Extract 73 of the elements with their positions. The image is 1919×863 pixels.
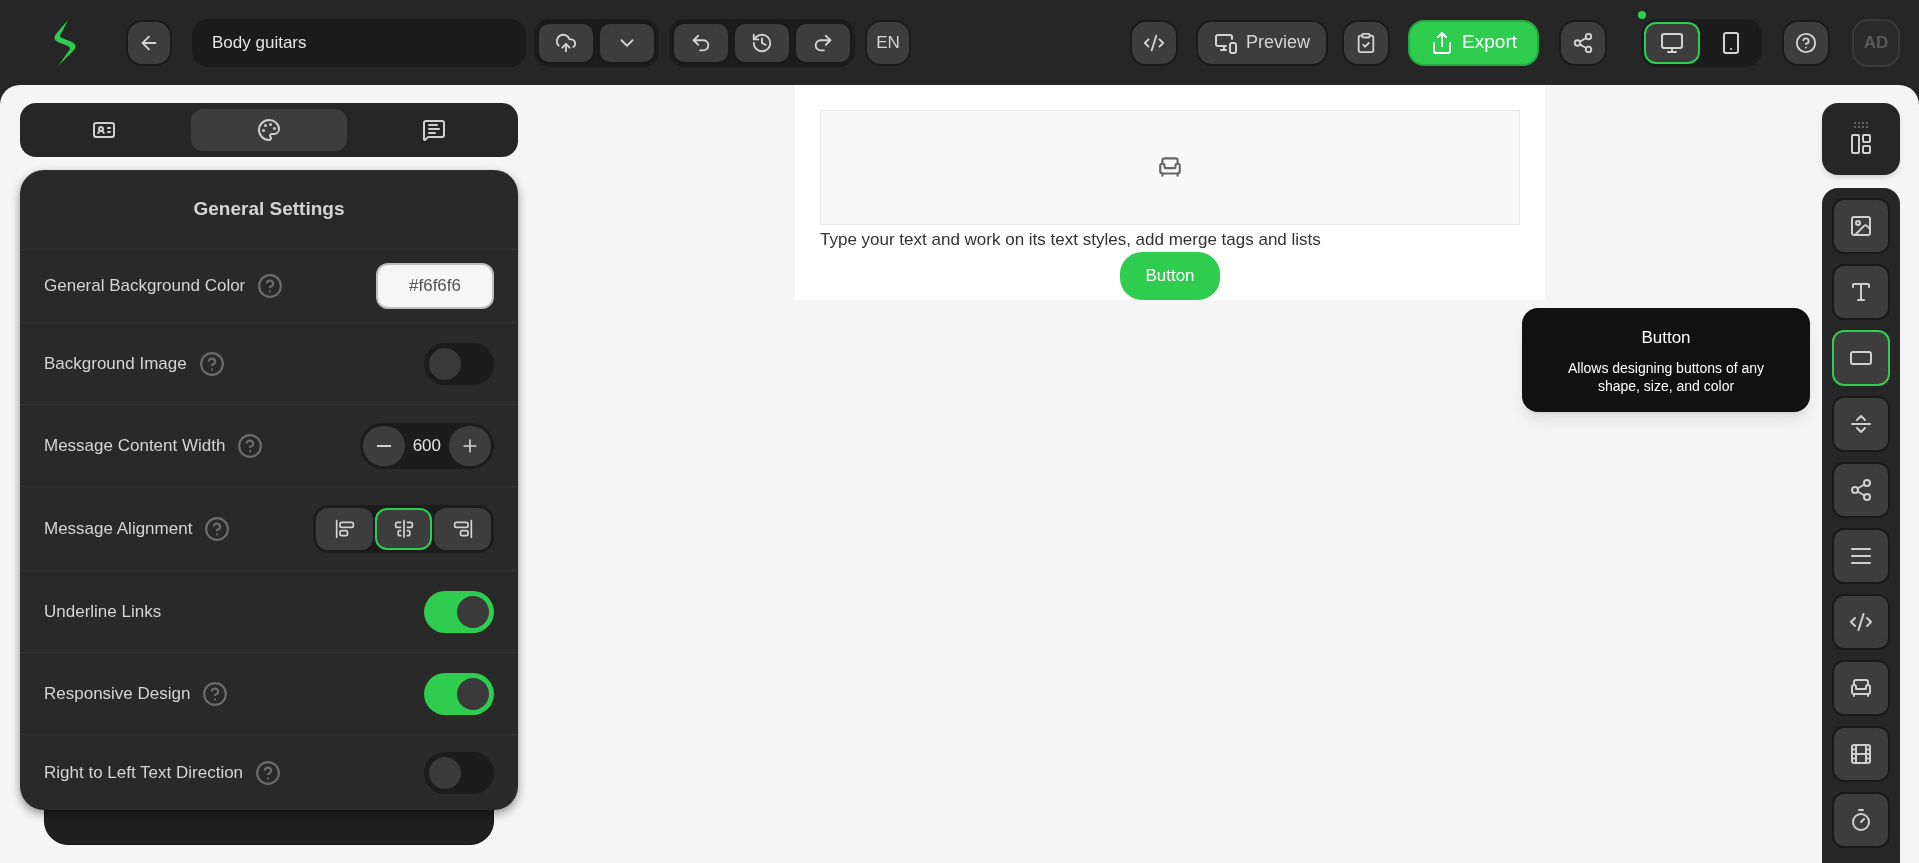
image-tool-button[interactable]	[1832, 198, 1890, 254]
palette-icon	[257, 118, 281, 142]
setting-label: Right to Left Text Direction	[44, 761, 244, 784]
history-icon	[751, 31, 773, 54]
alignment-option[interactable]	[375, 507, 432, 550]
help-icon[interactable]	[204, 515, 231, 542]
panel-tab[interactable]	[190, 109, 348, 151]
align-right-icon	[452, 518, 473, 539]
button-tool-button[interactable]	[1832, 330, 1890, 386]
share-icon	[1849, 478, 1873, 502]
increase-button[interactable]	[449, 425, 491, 466]
spacer-icon	[1849, 412, 1873, 436]
setting-label: Message Content Width	[44, 434, 226, 457]
video-tool-button[interactable]	[1832, 726, 1890, 782]
timer-icon	[1849, 808, 1873, 832]
social-tool-button[interactable]	[1832, 462, 1890, 518]
redo-button[interactable]	[794, 21, 852, 64]
setting-label: Background Image	[44, 352, 187, 375]
minus-icon	[376, 444, 391, 447]
setting-label: Responsive Design	[44, 682, 191, 705]
layout-icon	[1849, 132, 1873, 156]
width-value: 600	[412, 434, 441, 457]
help-icon[interactable]	[198, 350, 225, 377]
document-title-field[interactable]: Body guitars	[192, 18, 526, 67]
language-button[interactable]: EN	[865, 19, 911, 66]
toggle-switch[interactable]	[424, 342, 494, 385]
divider-tool-button[interactable]	[1832, 528, 1890, 584]
tooltip-description: Allows designing buttons of any shape, size, and color	[1566, 358, 1766, 395]
color-field[interactable]: #f6f6f6	[376, 263, 494, 309]
toggle-switch[interactable]	[424, 590, 494, 633]
code-button[interactable]	[1130, 19, 1179, 66]
text-icon	[1849, 280, 1873, 304]
film-icon	[1849, 742, 1873, 766]
email-text: Type your text and work on its text styles, add merge tags and lists	[820, 228, 1322, 251]
help-icon[interactable]	[257, 273, 284, 299]
help-icon[interactable]	[237, 432, 264, 459]
timer-tool-button[interactable]	[1832, 792, 1890, 848]
setting-label: Underline Links	[44, 600, 162, 623]
help-icon[interactable]	[255, 759, 282, 786]
alignment-option[interactable]	[316, 507, 373, 550]
settings-title: General Settings	[193, 197, 345, 222]
image-icon	[1849, 214, 1873, 238]
share-icon	[1572, 31, 1594, 54]
toggle-switch[interactable]	[424, 751, 494, 794]
grip-icon[interactable]	[1853, 122, 1869, 128]
preview-button[interactable]: Preview	[1196, 19, 1329, 66]
align-center-icon	[393, 518, 414, 539]
help-icon	[1795, 31, 1817, 54]
back-button[interactable]	[126, 19, 172, 66]
armchair-icon	[1849, 676, 1873, 700]
html-tool-button[interactable]	[1832, 594, 1890, 650]
blocks-header[interactable]	[1822, 103, 1900, 175]
upload-button[interactable]	[537, 21, 595, 64]
spacer-tool-button[interactable]	[1832, 396, 1890, 452]
setting-label: Message Alignment	[44, 517, 193, 540]
history-button[interactable]	[733, 21, 791, 64]
seat-tool-button[interactable]	[1832, 660, 1890, 716]
monitor-icon	[1660, 30, 1684, 55]
align-left-icon	[334, 518, 355, 539]
text-tool-button[interactable]	[1832, 264, 1890, 320]
checklist-button[interactable]	[1342, 19, 1391, 66]
setting-label: General Background Color	[44, 275, 246, 298]
alignment-option[interactable]	[434, 507, 491, 550]
code-icon	[1849, 610, 1873, 634]
share-button[interactable]	[1559, 19, 1607, 66]
device-toggle[interactable]	[1644, 21, 1700, 64]
comment-icon	[421, 118, 446, 142]
toggle-switch[interactable]	[424, 672, 494, 715]
undo-button[interactable]	[672, 21, 730, 64]
help-icon[interactable]	[202, 680, 229, 707]
help-button[interactable]	[1782, 19, 1830, 66]
cloud-upload-icon	[555, 31, 577, 54]
tooltip-title: Button	[1641, 327, 1691, 350]
